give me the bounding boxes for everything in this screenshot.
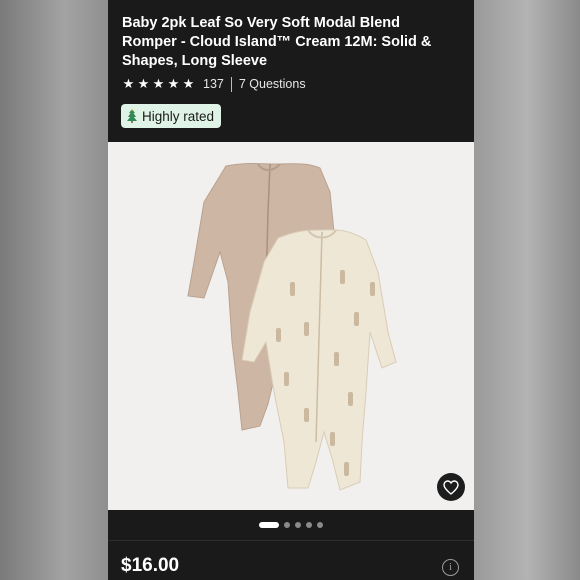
price: $16.00 — [121, 555, 180, 576]
background-right — [474, 0, 580, 580]
carousel-dot-4[interactable] — [306, 522, 312, 528]
romper-illustration — [187, 163, 397, 491]
info-icon[interactable]: i — [442, 559, 459, 576]
product-screen: Baby 2pk Leaf So Very Soft Modal Blend R… — [108, 0, 474, 580]
badge-label: Highly rated — [142, 108, 215, 124]
star-icon: ★ — [182, 76, 195, 91]
carousel-dot-5[interactable] — [317, 522, 323, 528]
star-icon: ★ — [122, 76, 135, 91]
carousel-dot-3[interactable] — [295, 522, 301, 528]
carousel-indicator[interactable] — [108, 510, 474, 540]
questions-link[interactable]: 7 Questions — [239, 77, 306, 91]
product-title: Baby 2pk Leaf So Very Soft Modal Blend R… — [122, 15, 432, 69]
favorite-button[interactable] — [437, 473, 465, 501]
carousel-dot-2[interactable] — [284, 522, 290, 528]
review-count[interactable]: 137 — [203, 77, 224, 91]
star-icon: ★ — [137, 76, 150, 91]
divider — [230, 76, 232, 92]
carousel-dot-1[interactable] — [259, 522, 279, 528]
background-left — [0, 0, 108, 580]
rating-row[interactable]: ★ ★ ★ ★ ★ 137 7 Questions — [122, 76, 306, 92]
star-rating: ★ ★ ★ ★ ★ — [122, 76, 195, 92]
star-icon: ★ — [167, 76, 180, 91]
tree-icon — [127, 109, 137, 123]
product-image[interactable] — [108, 142, 474, 510]
heart-icon — [443, 479, 459, 495]
star-icon: ★ — [152, 76, 165, 91]
highly-rated-badge: Highly rated — [121, 104, 222, 128]
section-divider — [108, 540, 474, 541]
